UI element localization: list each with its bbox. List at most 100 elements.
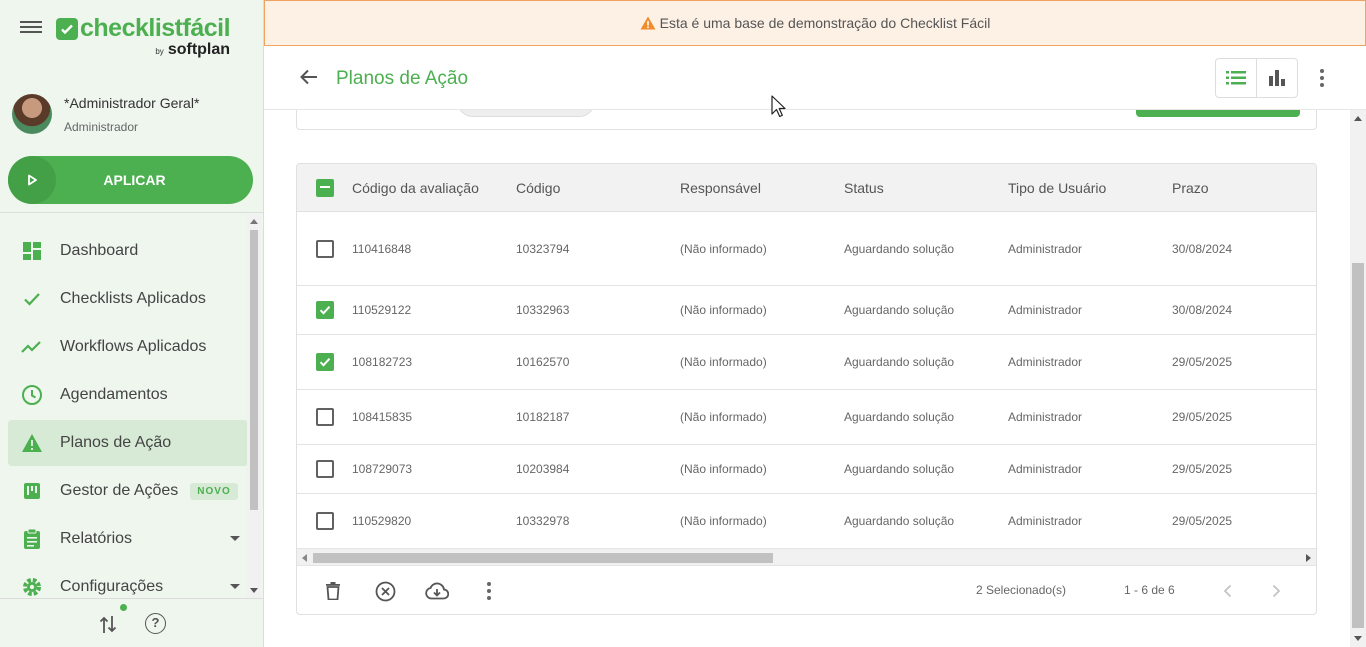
sidebar-item-label: Gestor de Ações bbox=[60, 482, 179, 499]
main-content: Código da avaliação Código Responsável S… bbox=[264, 110, 1350, 647]
sidebar-item-workflows[interactable]: Workflows Aplicados bbox=[8, 324, 248, 370]
cell-deadline: 29/05/2025 bbox=[1172, 410, 1233, 424]
logo[interactable]: checklistfácil by softplan bbox=[56, 14, 231, 59]
cell-code: 10162570 bbox=[516, 355, 570, 369]
menu-icon[interactable] bbox=[20, 18, 42, 36]
cell-evaluation-code: 110416848 bbox=[352, 241, 412, 256]
user-profile[interactable]: *Administrador Geral* Administrador bbox=[12, 94, 199, 134]
sidebar-item-configuracoes[interactable]: Configurações bbox=[8, 564, 248, 598]
chevron-left-icon[interactable] bbox=[1218, 581, 1238, 601]
scrollbar-thumb[interactable] bbox=[250, 230, 258, 510]
sidebar-item-planos-de-acao[interactable]: Planos de Ação bbox=[8, 420, 248, 466]
chevron-down-icon bbox=[230, 536, 240, 541]
table-row[interactable]: 108729073 10203984 (Não informado) Aguar… bbox=[297, 445, 1316, 494]
cell-code: 10182187 bbox=[516, 410, 570, 424]
sidebar-item-label: Planos de Ação bbox=[60, 434, 172, 451]
clock-icon bbox=[20, 383, 44, 407]
column-header[interactable]: Código da avaliação bbox=[352, 180, 479, 196]
scroll-down-icon[interactable] bbox=[250, 588, 258, 593]
sidebar-footer: ? bbox=[0, 598, 263, 647]
table-row[interactable]: 110416848 10323794 (Não informado) Aguar… bbox=[297, 212, 1316, 286]
column-header[interactable]: Status bbox=[844, 180, 884, 196]
scroll-down-icon[interactable] bbox=[1354, 636, 1362, 641]
main-scrollbar[interactable] bbox=[1350, 110, 1366, 647]
column-header[interactable]: Prazo bbox=[1172, 180, 1209, 196]
list-icon bbox=[1226, 71, 1246, 85]
sidebar-item-agendamentos[interactable]: Agendamentos bbox=[8, 372, 248, 418]
online-indicator bbox=[120, 604, 127, 611]
more-options-icon[interactable] bbox=[477, 579, 501, 603]
cell-user-type: Administrador bbox=[1008, 355, 1083, 369]
chevron-down-icon bbox=[230, 584, 240, 589]
table-horizontal-scrollbar[interactable] bbox=[297, 548, 1316, 565]
back-arrow-icon[interactable] bbox=[298, 66, 320, 88]
more-options-icon[interactable] bbox=[1314, 66, 1330, 90]
check-icon bbox=[20, 287, 44, 311]
cloud-download-icon[interactable] bbox=[425, 579, 449, 603]
sidebar-item-checklists[interactable]: Checklists Aplicados bbox=[8, 276, 248, 322]
view-toggle bbox=[1215, 58, 1298, 98]
row-checkbox[interactable] bbox=[316, 512, 334, 530]
table-row[interactable]: 108182723 10162570 (Não informado) Aguar… bbox=[297, 335, 1316, 390]
scroll-right-icon[interactable] bbox=[1306, 554, 1311, 562]
cell-evaluation-code: 110529820 bbox=[352, 514, 412, 528]
cell-deadline: 29/05/2025 bbox=[1172, 355, 1233, 369]
avatar[interactable] bbox=[12, 94, 52, 134]
cell-user-type: Administrador bbox=[1008, 241, 1083, 256]
scroll-left-icon[interactable] bbox=[302, 554, 307, 562]
filter-card bbox=[296, 110, 1317, 130]
sidebar-item-label: Workflows Aplicados bbox=[60, 338, 207, 355]
user-role: Administrador bbox=[64, 120, 139, 134]
column-header[interactable]: Código bbox=[516, 180, 560, 196]
page-header: Planos de Ação bbox=[264, 46, 1366, 110]
table-row[interactable]: 110529820 10332978 (Não informado) Aguar… bbox=[297, 494, 1316, 548]
help-icon[interactable]: ? bbox=[145, 613, 166, 634]
row-checkbox[interactable] bbox=[316, 301, 334, 319]
sidebar-item-relatorios[interactable]: Relatórios bbox=[8, 516, 248, 562]
cell-responsible: (Não informado) bbox=[680, 355, 767, 369]
scroll-up-icon[interactable] bbox=[250, 219, 258, 224]
row-checkbox[interactable] bbox=[316, 239, 334, 258]
pagination-range: 1 - 6 de 6 bbox=[1124, 583, 1175, 597]
brand-name: checklistfácil bbox=[80, 14, 231, 42]
cell-status: Aguardando solução bbox=[844, 410, 955, 424]
sidebar-scrollbar[interactable] bbox=[247, 214, 261, 598]
brand-company: softplan bbox=[167, 41, 231, 58]
delete-icon[interactable] bbox=[321, 579, 345, 603]
chevron-right-icon[interactable] bbox=[1266, 581, 1286, 601]
column-header[interactable]: Tipo de Usuário bbox=[1008, 180, 1106, 196]
sync-icon[interactable] bbox=[98, 613, 118, 635]
filter-apply-button[interactable] bbox=[1136, 110, 1300, 117]
table-row[interactable]: 108415835 10182187 (Não informado) Aguar… bbox=[297, 390, 1316, 445]
list-view-button[interactable] bbox=[1216, 59, 1256, 97]
scroll-up-icon[interactable] bbox=[1354, 116, 1362, 121]
scrollbar-thumb[interactable] bbox=[1352, 263, 1364, 628]
logo-check-icon bbox=[56, 17, 78, 40]
play-icon bbox=[8, 156, 56, 204]
cell-evaluation-code: 108415835 bbox=[352, 410, 413, 424]
trend-icon bbox=[20, 335, 44, 359]
filter-chip[interactable] bbox=[457, 110, 595, 117]
apply-button-label: APLICAR bbox=[103, 172, 166, 188]
cancel-icon[interactable] bbox=[373, 579, 397, 603]
bar-chart-icon bbox=[1269, 70, 1285, 86]
table-row[interactable]: 110529122 10332963 (Não informado) Aguar… bbox=[297, 286, 1316, 335]
sidebar-item-gestor-de-acoes[interactable]: Gestor de Ações NOVO bbox=[8, 468, 248, 514]
row-checkbox[interactable] bbox=[316, 353, 334, 371]
table-header: Código da avaliação Código Responsável S… bbox=[297, 164, 1316, 212]
divider bbox=[0, 212, 263, 213]
select-all-checkbox[interactable] bbox=[316, 178, 334, 197]
gear-icon bbox=[20, 575, 44, 598]
row-checkbox[interactable] bbox=[316, 408, 334, 426]
cell-status: Aguardando solução bbox=[844, 303, 955, 317]
row-checkbox[interactable] bbox=[316, 460, 334, 478]
sidebar-item-dashboard[interactable]: Dashboard bbox=[8, 228, 248, 274]
chart-view-button[interactable] bbox=[1256, 59, 1297, 97]
apply-button[interactable]: APLICAR bbox=[8, 156, 253, 204]
cell-responsible: (Não informado) bbox=[680, 303, 767, 317]
column-header[interactable]: Responsável bbox=[680, 180, 761, 196]
user-name: *Administrador Geral* bbox=[64, 95, 200, 111]
cell-user-type: Administrador bbox=[1008, 514, 1083, 528]
scrollbar-thumb[interactable] bbox=[313, 553, 773, 563]
sidebar-item-label: Dashboard bbox=[60, 242, 139, 259]
